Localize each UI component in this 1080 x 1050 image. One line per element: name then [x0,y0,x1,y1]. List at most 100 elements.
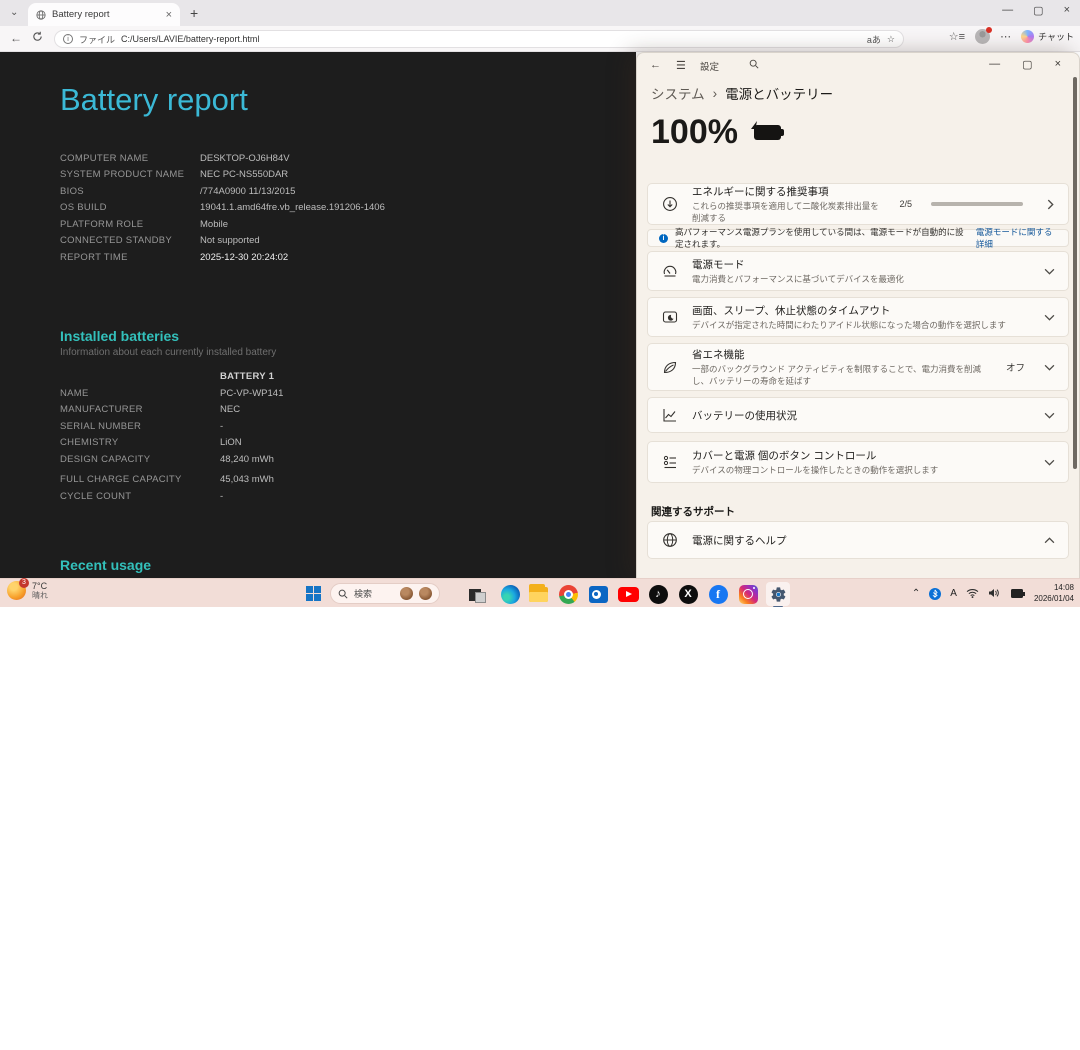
taskbar-search[interactable]: 検索 [330,583,440,604]
volume-icon[interactable] [988,585,1000,603]
settings-scrollbar[interactable] [1073,77,1077,469]
info-icon: i [659,234,668,243]
screen-sleep-icon [661,309,679,325]
edge-icon[interactable] [498,582,522,606]
copilot-chat-button[interactable]: チャット [1021,30,1074,43]
wifi-icon[interactable] [966,585,979,603]
browser-maximize-button[interactable]: ▢ [1033,4,1043,17]
tiktok-icon[interactable]: ♪ [646,582,670,606]
new-tab-button[interactable]: + [190,5,198,21]
card-energy-saver[interactable]: 省エネ機能 一部のバックグラウンド アクティビティを制限することで、電力消費を削… [647,343,1069,391]
power-mode-icon [661,263,679,279]
recommendation-progressbar [931,202,1023,206]
weather-widget[interactable]: 3 7°C 晴れ [7,581,48,601]
tray-time: 14:08 [1034,583,1074,593]
instagram-icon[interactable] [736,582,760,606]
card-lid-power-buttons[interactable]: カバーと電源 個のボタン コントロール デバイスの物理コントロールを操作したとき… [647,441,1069,483]
card-subtitle: これらの推奨事項を適用して二酸化炭素排出量を削減する [692,201,886,224]
copilot-label: チャット [1038,30,1074,43]
card-title: バッテリーの使用状況 [692,408,1031,423]
facebook-icon[interactable]: f [706,582,730,606]
card-title: カバーと電源 個のボタン コントロール [692,448,1031,463]
chevron-down-icon [1044,458,1055,467]
bluetooth-icon[interactable] [929,588,941,600]
more-menu-icon[interactable]: ⋯ [1000,30,1011,43]
settings-search-icon[interactable] [749,59,759,72]
translate-icon[interactable]: aあ [867,33,881,46]
battery-column-header: BATTERY 1 [220,371,274,382]
browser-tab[interactable]: Battery report × [28,3,180,26]
settings-app-title: 設定 [700,59,719,73]
tray-chevron-up-icon[interactable]: ⌃ [912,588,920,599]
page-info-icon[interactable]: i [63,34,73,44]
chevron-down-icon [1044,267,1055,276]
table-row: FULL CHARGE CAPACITY45,043 mWh [60,472,283,489]
settings-window: ← ☰ 設定 — ▢ × システム › 電源とバッテリー 100% [636,52,1080,578]
tray-date: 2026/01/04 [1034,594,1074,604]
start-button[interactable] [306,586,321,601]
energy-saver-icon [661,359,679,375]
breadcrumb-current: 電源とバッテリー [725,83,833,103]
report-title: Battery report [60,82,248,118]
chevron-down-icon [1044,313,1055,322]
search-icon [338,589,348,599]
notification-badge: 3 [19,578,29,588]
outlook-icon[interactable] [586,582,610,606]
card-screen-sleep-timeouts[interactable]: 画面、スリープ、休止状態のタイムアウト デバイスが指定された時間にわたりアイドル… [647,297,1069,337]
card-title: 画面、スリープ、休止状態のタイムアウト [692,303,1031,318]
card-power-mode[interactable]: 電源モード 電力消費とパフォーマンスに基づいてデバイスを最適化 [647,251,1069,291]
weather-temp: 7°C [32,581,48,591]
url-path: C:/Users/LAVIE/battery-report.html [121,34,861,44]
search-highlight-icon [400,587,413,600]
task-view-button[interactable] [464,582,488,606]
settings-titlebar: ← ☰ 設定 — ▢ × [637,53,1079,79]
card-battery-usage[interactable]: バッテリーの使用状況 [647,397,1069,433]
battery-percent: 100% [651,113,738,152]
card-title: 電源モード [692,257,1031,272]
address-bar[interactable]: i ファイル C:/Users/LAVIE/battery-report.htm… [54,30,904,48]
x-icon[interactable]: X [676,582,700,606]
browser-minimize-button[interactable]: — [1002,4,1013,17]
refresh-button[interactable] [32,31,43,45]
breadcrumb-system[interactable]: システム [651,83,705,103]
table-row: CYCLE COUNT- [60,488,283,505]
table-row: CONNECTED STANDBYNot supported [60,233,385,250]
settings-minimize-button[interactable]: — [989,58,1000,71]
energy-saver-state: オフ [1006,360,1025,374]
collections-icon[interactable]: ☆≡ [949,30,965,43]
card-energy-recommendations[interactable]: エネルギーに関する推奨事項 これらの推奨事項を適用して二酸化炭素排出量を削減する… [647,183,1069,225]
profile-avatar[interactable] [975,29,990,44]
tab-close-icon[interactable]: × [166,9,172,21]
power-mode-details-link[interactable]: 電源モードに関する詳細 [976,226,1057,250]
youtube-icon[interactable] [616,582,640,606]
file-explorer-icon[interactable] [526,582,550,606]
card-power-help[interactable]: 電源に関するヘルプ [647,521,1069,559]
table-row: SERIAL NUMBER- [60,418,283,435]
tray-clock[interactable]: 14:08 2026/01/04 [1034,583,1074,604]
globe-favicon-icon [36,10,46,20]
installed-batteries-subtitle: Information about each currently install… [60,347,276,358]
system-tray: ⌃ A 14:08 2026/01/04 [912,579,1080,608]
table-row: DESIGN CAPACITY48,240 mWh [60,451,283,468]
tab-title: Battery report [52,9,160,20]
weather-sun-icon: 3 [7,581,26,600]
tab-search-chevron-icon[interactable]: ⌄ [10,7,18,18]
screen: ⌄ Battery report × + — ▢ × ← i ファイル C:/U… [0,0,1080,1050]
settings-maximize-button[interactable]: ▢ [1022,58,1032,71]
chrome-icon[interactable] [556,582,580,606]
table-row: BIOS/774A0900 11/13/2015 [60,183,385,200]
search-placeholder: 検索 [354,587,394,600]
lid-power-buttons-icon [661,454,679,470]
settings-close-button[interactable]: × [1055,58,1061,71]
tray-battery-icon[interactable] [1009,589,1025,598]
settings-back-button[interactable]: ← [650,59,661,71]
card-subtitle: デバイスが指定された時間にわたりアイドル状態になった場合の動作を選択します [692,320,1031,331]
battery-usage-icon [661,407,679,423]
back-button[interactable]: ← [10,31,22,45]
copilot-icon [1021,30,1034,43]
browser-close-button[interactable]: × [1064,4,1070,17]
settings-taskbar-icon[interactable] [766,582,790,606]
hamburger-menu-icon[interactable]: ☰ [676,59,686,72]
ime-indicator[interactable]: A [950,588,957,599]
favorites-star-icon[interactable]: ☆ [887,34,895,45]
